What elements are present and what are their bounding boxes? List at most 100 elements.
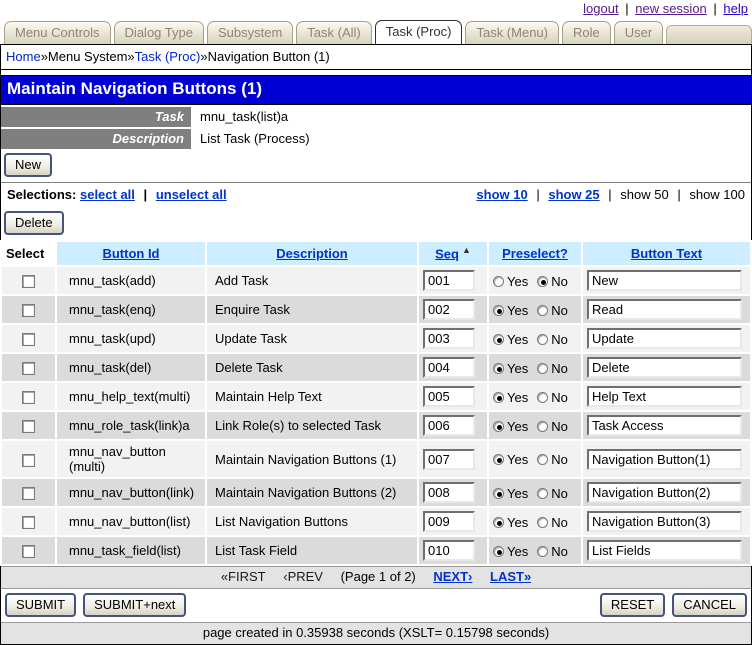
description-sort-link[interactable]: Description [276, 246, 348, 261]
button-text-input[interactable] [587, 328, 742, 350]
show-25-link[interactable]: show 25 [548, 187, 599, 202]
table-row: mnu_role_task(link)a Link Role(s) to sel… [2, 412, 750, 440]
button-text-input[interactable] [587, 415, 742, 437]
button-text-input[interactable] [587, 448, 742, 470]
seq-input[interactable] [423, 415, 475, 437]
preselect-no-radio[interactable] [537, 487, 549, 499]
tab-task-menu[interactable]: Task (Menu) [465, 21, 559, 44]
preselect-no-radio[interactable] [537, 516, 549, 528]
preselect-no-radio[interactable] [537, 420, 549, 432]
preselect-cell: Yes No [489, 508, 581, 536]
seq-input[interactable] [423, 448, 475, 470]
button-text-input[interactable] [587, 299, 742, 321]
seq-input[interactable] [423, 299, 475, 321]
selections-left: Selections: select all | unselect all [7, 187, 227, 202]
row-checkbox[interactable] [22, 362, 35, 376]
seq-input[interactable] [423, 328, 475, 350]
row-checkbox[interactable] [22, 420, 35, 434]
submit-next-button[interactable]: SUBMIT+next [83, 593, 187, 618]
preselect-cell: Yes No [489, 383, 581, 411]
row-checkbox[interactable] [22, 275, 35, 289]
unselect-all-link[interactable]: unselect all [156, 187, 227, 202]
preselect-yes-radio[interactable] [493, 275, 504, 287]
delete-button[interactable]: Delete [4, 211, 64, 235]
preselect-no-radio[interactable] [537, 545, 549, 557]
preselect-no-radio[interactable] [537, 454, 549, 466]
button-text-input[interactable] [587, 357, 742, 379]
description-cell: Link Role(s) to selected Task [207, 412, 417, 440]
show-10-link[interactable]: show 10 [476, 187, 527, 202]
preselect-yes-radio[interactable] [493, 362, 504, 374]
seq-input[interactable] [423, 482, 475, 504]
breadcrumb-menu-system: Menu System [47, 49, 128, 64]
button-id-sort-link[interactable]: Button Id [102, 246, 159, 261]
preselect-sort-link[interactable]: Preselect? [502, 246, 568, 261]
select-cell [2, 537, 55, 565]
no-label: No [551, 389, 568, 405]
submit-button[interactable]: SUBMIT [5, 593, 77, 618]
tab-dialog-type[interactable]: Dialog Type [113, 21, 204, 44]
row-checkbox[interactable] [22, 333, 35, 347]
button-text-input[interactable] [587, 511, 742, 533]
logout-link[interactable]: logout [583, 1, 618, 16]
button-text-input[interactable] [587, 270, 742, 292]
new-button-row: New [1, 149, 751, 182]
seq-input[interactable] [423, 270, 475, 292]
table-row: mnu_help_text(multi) Maintain Help Text … [2, 383, 750, 411]
help-link[interactable]: help [723, 1, 748, 16]
new-button[interactable]: New [4, 153, 53, 177]
row-checkbox[interactable] [22, 453, 35, 467]
tab-task-proc[interactable]: Task (Proc) [374, 20, 463, 44]
button-id-cell: mnu_task(upd) [57, 325, 205, 353]
seq-input[interactable] [423, 357, 475, 379]
preselect-no-radio[interactable] [537, 391, 549, 403]
select-all-link[interactable]: select all [80, 187, 135, 202]
row-checkbox[interactable] [22, 516, 35, 530]
show-options: show 10 | show 25 | show 50 | show 100 [476, 187, 745, 202]
preselect-yes-radio[interactable] [493, 391, 504, 403]
preselect-no-radio[interactable] [537, 275, 549, 287]
breadcrumb-task-proc-link[interactable]: Task (Proc) [135, 49, 201, 64]
tab-menu-controls[interactable]: Menu Controls [4, 21, 111, 44]
action-buttons-right: RESET CANCEL [599, 593, 747, 618]
button-text-input[interactable] [587, 540, 742, 562]
seq-input[interactable] [423, 386, 475, 408]
preselect-no-radio[interactable] [537, 304, 549, 316]
select-cell [2, 296, 55, 324]
tab-subsystem[interactable]: Subsystem [206, 21, 294, 44]
yes-label: Yes [507, 389, 529, 405]
preselect-yes-radio[interactable] [493, 487, 504, 499]
breadcrumb-home-link[interactable]: Home [6, 49, 41, 64]
button-text-cell [583, 479, 750, 507]
seq-input[interactable] [423, 540, 475, 562]
row-checkbox[interactable] [22, 304, 35, 318]
row-checkbox[interactable] [22, 391, 35, 405]
seq-input[interactable] [423, 511, 475, 533]
button-text-column-header: Button Text [583, 242, 750, 266]
row-checkbox[interactable] [22, 487, 35, 501]
separator: | [143, 187, 148, 202]
tab-role[interactable]: Role [562, 21, 611, 44]
cancel-button[interactable]: CANCEL [672, 593, 747, 618]
button-text-input[interactable] [587, 482, 742, 504]
preselect-yes-radio[interactable] [493, 304, 504, 316]
preselect-yes-radio[interactable] [493, 545, 504, 557]
preselect-no-radio[interactable] [537, 362, 549, 374]
button-id-cell: mnu_help_text(multi) [57, 383, 205, 411]
seq-sort-link[interactable]: Seq [435, 246, 459, 261]
new-session-link[interactable]: new session [635, 1, 707, 16]
button-text-sort-link[interactable]: Button Text [631, 246, 702, 261]
tab-user[interactable]: User [613, 21, 664, 44]
preselect-yes-radio[interactable] [493, 454, 504, 466]
preselect-yes-radio[interactable] [493, 516, 504, 528]
seq-column-header: Seq ▲ [419, 242, 487, 266]
row-checkbox[interactable] [22, 545, 35, 559]
preselect-no-radio[interactable] [537, 333, 549, 345]
preselect-yes-radio[interactable] [493, 333, 504, 345]
next-page-link[interactable]: NEXT› [433, 569, 472, 584]
tab-task-all[interactable]: Task (All) [296, 21, 372, 44]
preselect-yes-radio[interactable] [493, 420, 504, 432]
button-text-input[interactable] [587, 386, 742, 408]
reset-button[interactable]: RESET [599, 593, 666, 618]
last-page-link[interactable]: LAST» [490, 569, 531, 584]
